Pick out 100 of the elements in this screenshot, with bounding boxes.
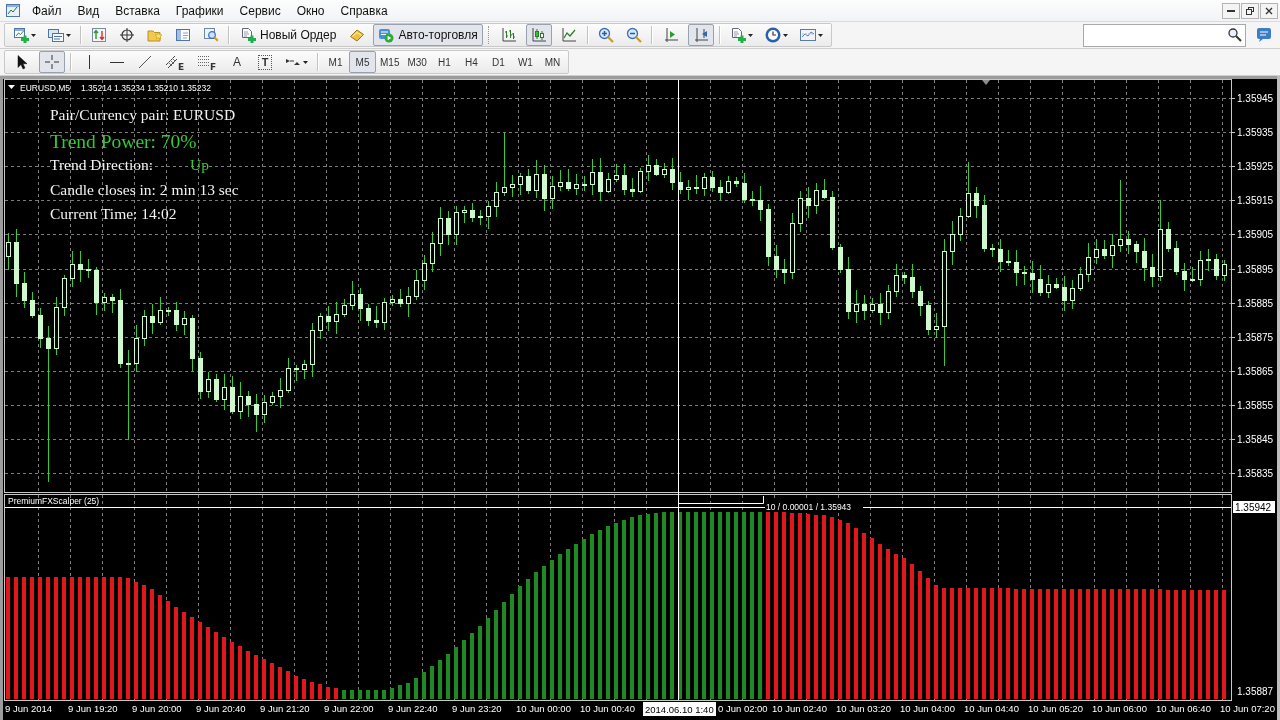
time-label: 10 Jun 02:40 (772, 703, 827, 714)
time-label: 9 Jun 20:00 (132, 703, 182, 714)
folder-star-icon[interactable] (147, 27, 163, 43)
close-icon (1265, 6, 1273, 15)
price-label: 1.35855 (1237, 400, 1274, 411)
diagonal-line-icon[interactable] (137, 54, 153, 70)
play-badge-icon (378, 27, 395, 43)
search-field[interactable] (1083, 23, 1246, 47)
dropdown-triangle-icon[interactable] (8, 85, 15, 89)
time-label: 9 Jun 23:20 (452, 703, 502, 714)
text-tool-button[interactable]: A (225, 51, 249, 73)
price-label: 1.35925 (1237, 161, 1274, 172)
caret-icon[interactable] (817, 33, 823, 37)
app-icon[interactable] (5, 2, 21, 19)
document-plus-icon[interactable] (729, 27, 746, 43)
new-order-button[interactable]: Новый Ордер (235, 24, 342, 46)
trend-direction-label: Trend Direction: (50, 156, 154, 173)
time-label: 10 Jun 06:40 (1156, 703, 1211, 714)
candlestick-icon (530, 27, 547, 43)
time-label: 9 Jun 2014 (5, 703, 52, 714)
time-label: 10 Jun 05:20 (1028, 703, 1083, 714)
period-button[interactable]: W1 (511, 51, 539, 73)
price-label: 1.35915 (1237, 195, 1274, 206)
zoom-out-icon[interactable] (625, 27, 642, 43)
minimize-button[interactable] (1222, 2, 1240, 19)
time-label: 10 Jun 07:20 (1220, 703, 1275, 714)
caret-icon[interactable] (303, 60, 308, 64)
time-label: 9 Jun 22:40 (388, 703, 438, 714)
price-label: 1.35945 (1237, 93, 1274, 104)
window-arrows-icon[interactable] (91, 27, 107, 43)
caret-icon[interactable] (782, 33, 788, 37)
restore-icon (1246, 6, 1254, 15)
window-magnifier-icon[interactable] (203, 27, 219, 43)
candle-timer-label: Candle closes in: 2 min 13 sec (50, 181, 239, 198)
axis-arrow-left-icon (692, 27, 709, 43)
caret-icon[interactable] (31, 33, 36, 37)
price-label: 1.35865 (1237, 366, 1274, 377)
pair-label: Pair/Currency pair: EURUSD (50, 106, 236, 123)
period-button[interactable]: D1 (484, 51, 512, 73)
window-chart-icon[interactable] (799, 27, 816, 43)
period-button[interactable]: M15 (376, 51, 404, 73)
crosshair-time-label: 2014.06.10 1:40 (643, 702, 716, 716)
time-label: 10 Jun 06:00 (1092, 703, 1147, 714)
clock-icon[interactable] (764, 27, 781, 43)
crosshair-readout: 10 / 0.00001 / 1.35943 (765, 501, 863, 512)
time-label: 0 Jun 02:00 (718, 703, 768, 714)
price-label: 1.35875 (1237, 332, 1274, 343)
indicator-title: PremiumFXScalper (25) (8, 495, 100, 506)
menu-item[interactable]: Окно (288, 1, 333, 20)
time-label: 10 Jun 03:20 (836, 703, 891, 714)
price-label: 1.35885 (1237, 298, 1274, 309)
diamond-icon[interactable] (349, 27, 366, 43)
menu-item[interactable]: Графики (167, 1, 232, 20)
period-button[interactable]: M5 (349, 51, 376, 73)
caret-icon[interactable] (747, 33, 753, 37)
menu-item[interactable]: Вставка (107, 1, 168, 20)
period-button[interactable]: MN (538, 51, 566, 73)
scroll-mode-button[interactable] (687, 24, 714, 46)
time-label: 9 Jun 19:20 (68, 703, 118, 714)
indicator-price-label: 1.35887 (1237, 686, 1274, 697)
price-label: 1.35895 (1237, 264, 1274, 275)
current-time-label: Current Time: 14:02 (50, 205, 177, 222)
cursor-icon (14, 54, 30, 70)
period-button[interactable]: M30 (403, 51, 431, 73)
trend-power-label: Trend Power: 70% (50, 131, 197, 152)
window-panel-icon[interactable] (175, 27, 191, 43)
time-label: 10 Jun 00:00 (516, 703, 571, 714)
line-chart-icon (560, 27, 577, 43)
time-label: 10 Jun 00:40 (580, 703, 635, 714)
time-label: 10 Jun 04:40 (964, 703, 1019, 714)
time-label: 10 Jun 04:00 (900, 703, 955, 714)
time-label: 9 Jun 21:20 (260, 703, 310, 714)
menu-item[interactable]: Сервис (231, 1, 289, 20)
menu-item[interactable]: Вид (69, 1, 108, 20)
chart-symbol: EURUSD,M5 (20, 83, 71, 93)
chat-icon[interactable] (1256, 27, 1272, 43)
document-plus-icon (240, 27, 256, 43)
price-label: 1.35845 (1237, 434, 1274, 445)
crosshair-icon (44, 54, 60, 70)
windows-icon[interactable] (48, 27, 64, 43)
target-icon[interactable] (119, 27, 135, 43)
restore-button[interactable] (1241, 2, 1259, 19)
period-button[interactable]: H4 (457, 51, 485, 73)
caret-icon[interactable] (66, 33, 71, 37)
chart-type-button[interactable] (525, 24, 552, 46)
menu-item[interactable]: Файл (24, 1, 70, 20)
menu-item[interactable]: Справка (332, 1, 396, 20)
period-button[interactable]: M1 (322, 51, 349, 73)
close-button[interactable] (1260, 2, 1278, 19)
price-label: 1.35935 (1237, 127, 1274, 138)
search-icon (1227, 27, 1243, 43)
zoom-in-icon[interactable] (597, 27, 614, 43)
bar-chart-icon (500, 27, 517, 43)
autotrading-button[interactable]: Авто-торговля (373, 24, 483, 46)
new-chart-icon[interactable] (13, 27, 29, 43)
price-label: 1.35835 (1237, 468, 1274, 479)
chart-quotes: 1.35214 1.35234 1.35210 1.35232 (81, 83, 211, 93)
text-label-tool-button[interactable]: T (258, 54, 272, 70)
period-button[interactable]: H1 (430, 51, 458, 73)
time-label: 9 Jun 20:40 (196, 703, 246, 714)
